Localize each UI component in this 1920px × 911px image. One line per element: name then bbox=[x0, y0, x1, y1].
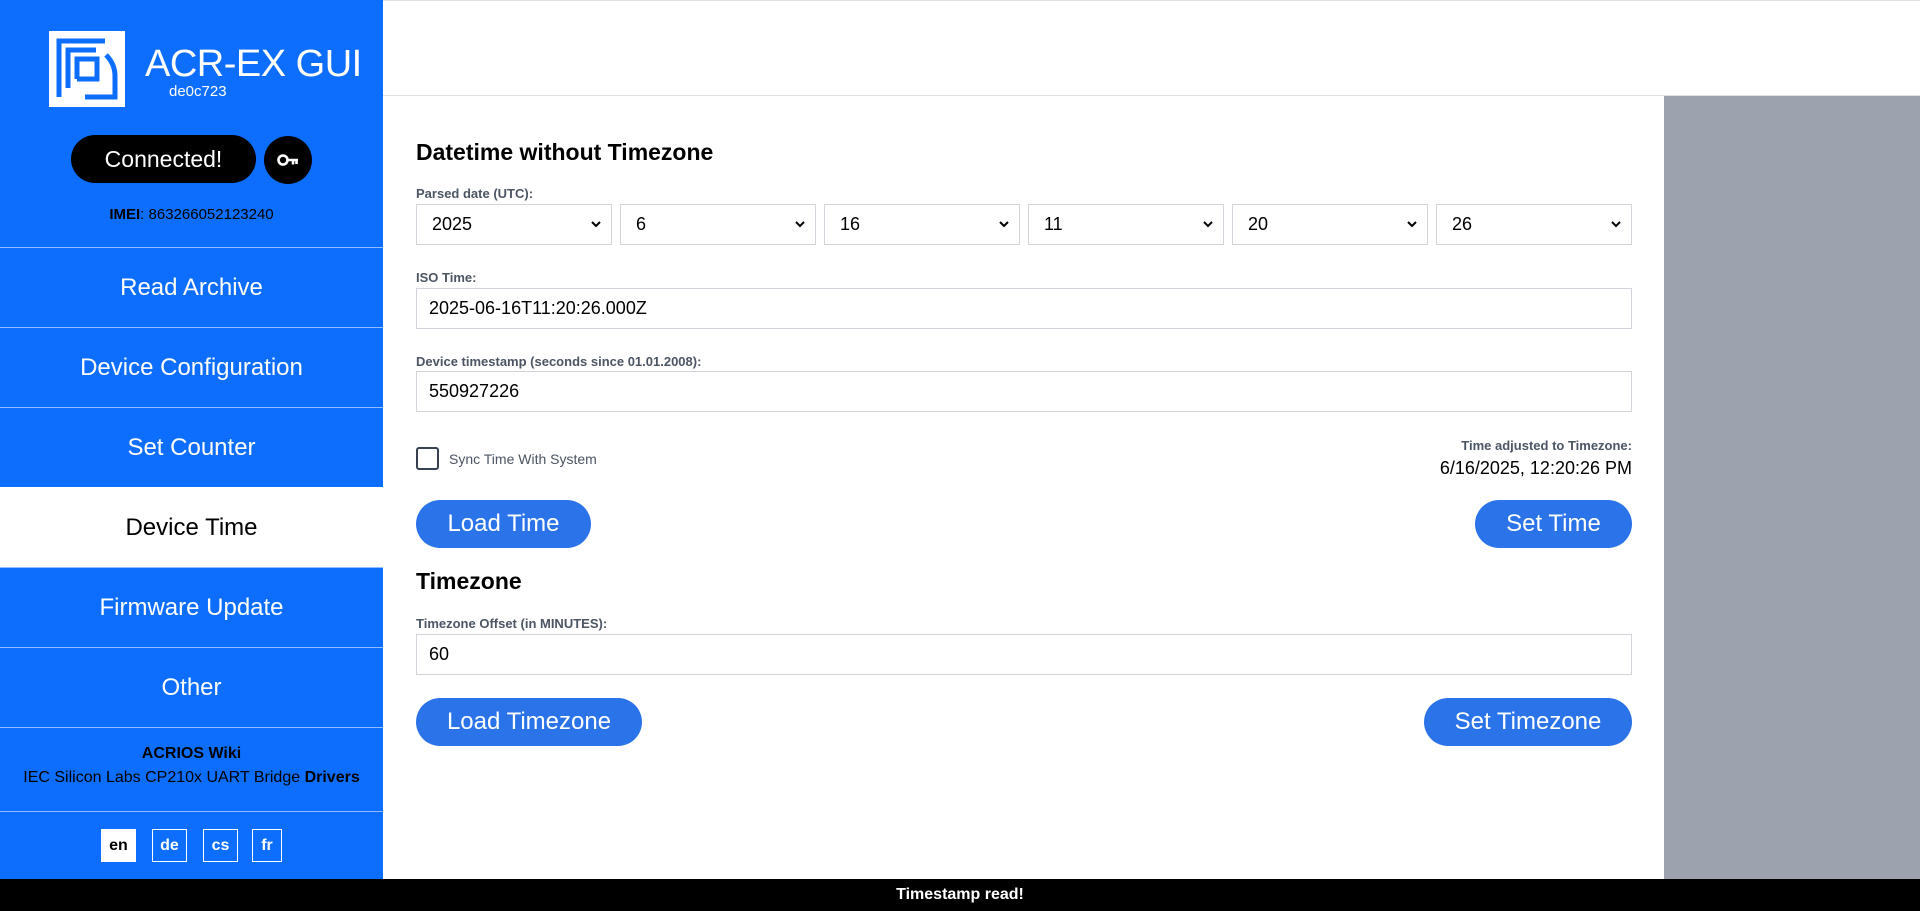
drivers-link[interactable]: Drivers bbox=[305, 769, 360, 786]
lang-en[interactable]: en bbox=[101, 829, 136, 862]
load-time-button[interactable]: Load Time bbox=[416, 500, 591, 548]
nav-read-archive[interactable]: Read Archive bbox=[0, 247, 383, 327]
minute-value: 20 bbox=[1248, 214, 1269, 234]
lang-cs[interactable]: cs bbox=[203, 829, 238, 862]
app-title: ACR-EX GUI bbox=[145, 43, 362, 85]
adjusted-time-label: Time adjusted to Timezone: bbox=[1461, 438, 1632, 453]
day-value: 16 bbox=[840, 214, 861, 234]
chevron-down-icon bbox=[999, 221, 1009, 228]
parsed-date-label: Parsed date (UTC): bbox=[416, 186, 534, 201]
day-select[interactable]: 16 bbox=[824, 204, 1020, 245]
nav-set-counter[interactable]: Set Counter bbox=[0, 407, 383, 487]
imei-label: IMEI bbox=[109, 206, 141, 223]
timezone-offset-label: Timezone Offset (in MINUTES): bbox=[416, 616, 608, 631]
nav-device-configuration[interactable]: Device Configuration bbox=[0, 327, 383, 407]
device-timestamp-field[interactable]: 550927226 bbox=[416, 371, 1632, 412]
sidebar-links: ACRIOS Wiki IEC Silicon Labs CP210x UART… bbox=[0, 745, 383, 787]
sync-time-checkbox[interactable] bbox=[416, 447, 439, 470]
acrios-logo-icon bbox=[49, 31, 125, 107]
wiki-link[interactable]: ACRIOS Wiki bbox=[0, 745, 383, 763]
month-value: 6 bbox=[636, 214, 647, 234]
second-value: 26 bbox=[1452, 214, 1473, 234]
year-select[interactable]: 2025 bbox=[416, 204, 612, 245]
nav-firmware-update[interactable]: Firmware Update bbox=[0, 567, 383, 647]
second-select[interactable]: 26 bbox=[1436, 204, 1632, 245]
timezone-heading: Timezone bbox=[416, 568, 522, 594]
chevron-down-icon bbox=[1611, 221, 1621, 228]
adjusted-time: Time adjusted to Timezone: 6/16/2025, 12… bbox=[1440, 438, 1632, 479]
device-timestamp-label: Device timestamp (seconds since 01.01.20… bbox=[416, 354, 702, 369]
datetime-heading: Datetime without Timezone bbox=[416, 139, 714, 165]
sync-time-row: Sync Time With System bbox=[416, 447, 597, 470]
connected-button[interactable]: Connected! bbox=[71, 135, 256, 183]
year-value: 2025 bbox=[432, 214, 473, 234]
app-version: de0c723 bbox=[169, 83, 227, 100]
links-divider bbox=[0, 811, 383, 812]
sync-time-label: Sync Time With System bbox=[449, 450, 597, 467]
chevron-down-icon bbox=[795, 221, 805, 228]
nav-device-time[interactable]: Device Time bbox=[0, 487, 383, 567]
status-message: Timestamp read! bbox=[896, 886, 1024, 903]
iso-time-label: ISO Time: bbox=[416, 270, 477, 285]
adjusted-time-value: 6/16/2025, 12:20:26 PM bbox=[1439, 458, 1632, 478]
set-timezone-button[interactable]: Set Timezone bbox=[1424, 698, 1632, 746]
set-time-button[interactable]: Set Time bbox=[1475, 500, 1632, 548]
brand: ACR-EX GUI de0c723 bbox=[49, 31, 362, 109]
top-header bbox=[383, 0, 1920, 96]
hour-select[interactable]: 11 bbox=[1028, 204, 1224, 245]
sidebar-nav: Read Archive Device Configuration Set Co… bbox=[0, 247, 383, 728]
hour-value: 11 bbox=[1044, 214, 1063, 234]
key-button[interactable] bbox=[264, 136, 312, 184]
sidebar: ACR-EX GUI de0c723 Connected! IMEI: 8632… bbox=[0, 0, 383, 879]
load-timezone-button[interactable]: Load Timezone bbox=[416, 698, 642, 746]
nav-other[interactable]: Other bbox=[0, 647, 383, 727]
iso-time-field[interactable]: 2025-06-16T11:20:26.000Z bbox=[416, 288, 1632, 329]
imei-value: 863266052123240 bbox=[148, 206, 274, 223]
minute-select[interactable]: 20 bbox=[1232, 204, 1428, 245]
month-select[interactable]: 6 bbox=[620, 204, 816, 245]
chevron-down-icon bbox=[591, 221, 601, 228]
key-icon bbox=[277, 154, 298, 166]
drivers-text: IEC Silicon Labs CP210x UART Bridge bbox=[23, 769, 301, 786]
chevron-down-icon bbox=[1407, 221, 1417, 228]
side-panel bbox=[1664, 96, 1920, 879]
chevron-down-icon bbox=[1203, 221, 1213, 228]
status-bar: Timestamp read! bbox=[0, 879, 1920, 911]
nav-divider bbox=[0, 727, 383, 728]
lang-fr[interactable]: fr bbox=[252, 829, 282, 862]
imei-info: IMEI: 863266052123240 bbox=[109, 206, 274, 223]
parsed-date-selects: 2025 6 16 11 20 26 bbox=[416, 204, 1632, 245]
timezone-offset-field[interactable]: 60 bbox=[416, 634, 1632, 675]
lang-de[interactable]: de bbox=[152, 829, 187, 862]
